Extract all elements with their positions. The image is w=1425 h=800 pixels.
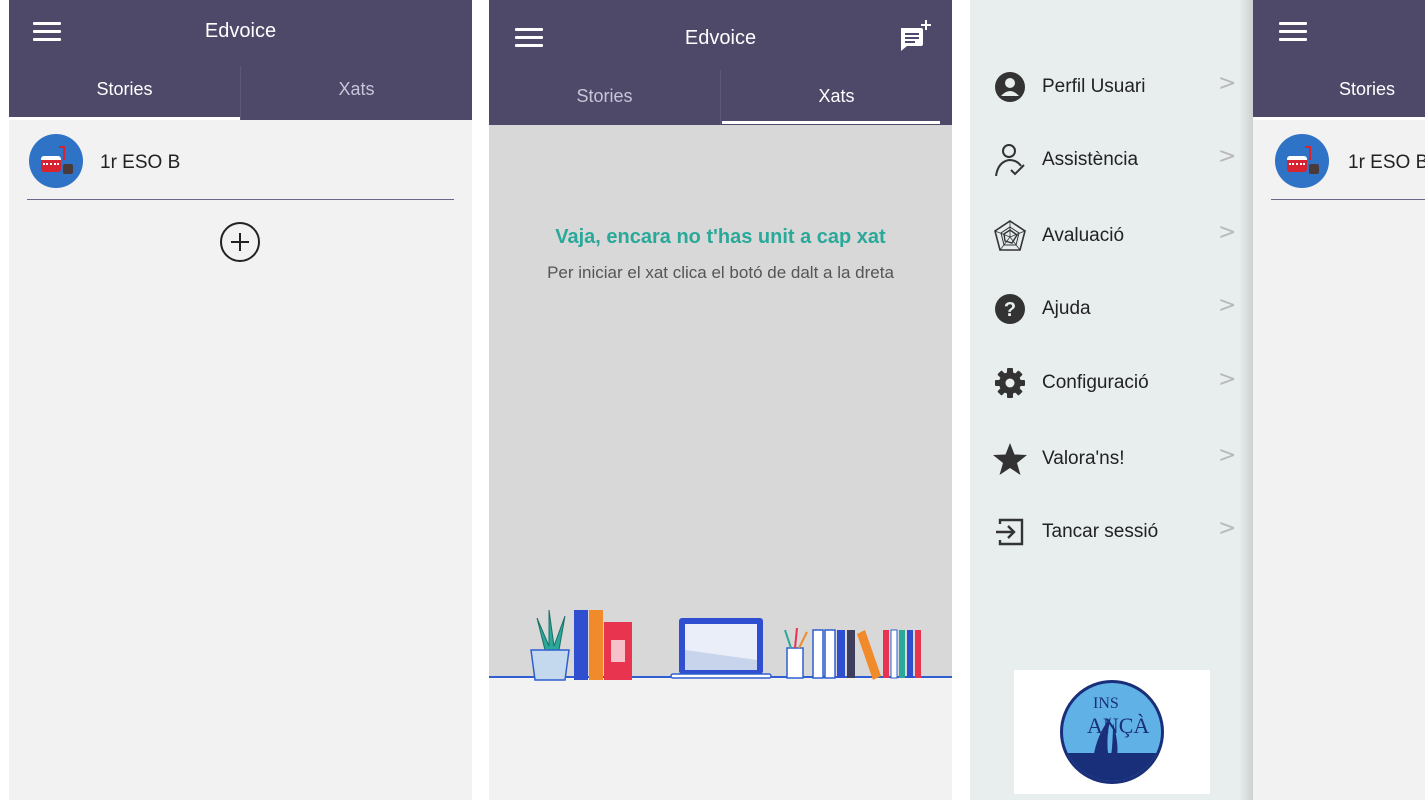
app-bar: Edvoice Stories Xats (489, 0, 952, 125)
music-note-icon (59, 146, 65, 160)
tab-stories[interactable]: Stories (9, 79, 240, 100)
story-avatar (29, 134, 83, 188)
gear-icon (995, 368, 1025, 398)
chevron-right-icon: > (1218, 144, 1237, 169)
menu-item-valorans[interactable]: Valora'ns! > (970, 429, 1253, 489)
logout-icon (996, 518, 1024, 546)
chats-screen: Edvoice Stories Xats Vaja, encara no t'h… (489, 0, 952, 800)
app-bar: Edvoice Stories Xats (9, 0, 472, 120)
music-note-icon (63, 164, 73, 174)
menu-item-label: Valora'ns! (1042, 448, 1125, 469)
menu-item-label: Perfil Usuari (1042, 76, 1146, 97)
help-circle-icon: ? (995, 294, 1025, 324)
navigation-drawer: Perfil Usuari > Assistència > Avaluació … (970, 0, 1253, 800)
app-bar: Stories (1253, 0, 1425, 120)
app-title: Edvoice (204, 20, 277, 42)
school-logo: INS ANÇÀ (1014, 670, 1210, 794)
story-item[interactable]: 1r ESO B (1253, 120, 1425, 202)
story-item[interactable]: 1r ESO B (9, 120, 472, 202)
menu-item-label: Configuració (1042, 372, 1149, 393)
radar-chart-icon (994, 220, 1026, 251)
chevron-right-icon: > (1218, 220, 1237, 245)
menu-item-assistencia[interactable]: Assistència > (970, 130, 1253, 190)
tab-separator (720, 70, 721, 125)
menu-item-label: Assistència (1042, 149, 1139, 170)
logo-text-line1: INS (1093, 695, 1119, 712)
chevron-right-icon: > (1218, 516, 1237, 541)
menu-item-label: Tancar sessió (1042, 521, 1159, 542)
tab-stories[interactable]: Stories (489, 86, 720, 107)
tab-stories[interactable]: Stories (1307, 79, 1425, 100)
menu-item-label: Avaluació (1042, 225, 1125, 246)
tab-xats[interactable]: Xats (241, 79, 472, 100)
menu-item-avaluacio[interactable]: Avaluació > (970, 206, 1253, 266)
chevron-right-icon: > (1218, 367, 1237, 392)
drum-icon (41, 156, 61, 172)
empty-state-title: Vaja, encara no t'has unit a cap xat (555, 226, 886, 248)
menu-item-perfil-usuari[interactable]: Perfil Usuari > (970, 57, 1253, 117)
music-note-icon (1305, 146, 1311, 160)
tab-xats[interactable]: Xats (721, 86, 952, 107)
star-icon (993, 443, 1027, 475)
story-avatar (1275, 134, 1329, 188)
chevron-right-icon: > (1218, 293, 1237, 318)
menu-item-ajuda[interactable]: ? Ajuda > (970, 279, 1253, 339)
tab-indicator (722, 121, 940, 124)
menu-item-label: Ajuda (1042, 298, 1091, 319)
chevron-right-icon: > (1218, 71, 1237, 96)
new-chat-icon[interactable] (899, 18, 933, 52)
floor-area (489, 678, 952, 800)
chevron-right-icon: > (1218, 443, 1237, 468)
school-logo-emblem: INS ANÇÀ (1060, 680, 1164, 784)
empty-state-subtitle: Per iniciar el xat clica el botó de dalt… (547, 263, 894, 282)
list-divider (27, 199, 454, 200)
person-check-icon (995, 144, 1025, 177)
drum-icon (1287, 156, 1307, 172)
app-title: Edvoice (684, 27, 757, 49)
drawer-shadow (1239, 0, 1253, 800)
svg-text:?: ? (1004, 299, 1016, 321)
stories-screen-partial: Stories 1r ESO B (1253, 0, 1425, 800)
music-note-icon (1309, 164, 1319, 174)
logo-sea (1063, 753, 1161, 781)
plant-icon (530, 609, 570, 681)
user-circle-icon (995, 72, 1025, 102)
add-circle-icon[interactable] (220, 222, 260, 262)
menu-item-tancar-sessio[interactable]: Tancar sessió > (970, 502, 1253, 562)
tab-separator (240, 66, 241, 120)
menu-item-configuracio[interactable]: Configuració > (970, 353, 1253, 413)
stories-screen: Edvoice Stories Xats 1r ESO B (9, 0, 472, 800)
desk-illustration (530, 609, 921, 681)
list-divider (1271, 199, 1425, 200)
menu-icon[interactable] (1279, 22, 1307, 42)
story-label: 1r ESO B (1348, 152, 1425, 173)
story-label: 1r ESO B (100, 152, 181, 173)
